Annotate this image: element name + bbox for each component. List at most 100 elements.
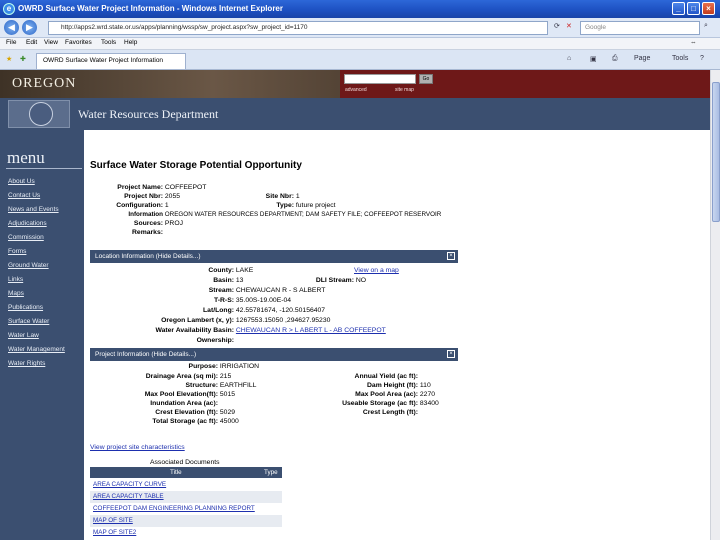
total-storage-label: Total Storage (ac ft): (152, 418, 218, 425)
tab-active[interactable]: OWRD Surface Water Project Information (36, 53, 186, 69)
basin-value: 13 (235, 277, 244, 284)
sources-label: Sources: (133, 220, 163, 227)
location-section-bar[interactable]: Location Information (Hide Details...) × (90, 250, 458, 263)
refresh-icon[interactable]: ⟳ (554, 22, 560, 30)
go-button[interactable]: Go (419, 74, 433, 84)
home-icon[interactable]: ⌂ (567, 55, 571, 62)
left-navigation: menu About Us Contact Us News and Events… (0, 130, 84, 540)
document-row[interactable]: MAP OF SITE (90, 515, 282, 527)
dam-height-label: Dam Height (ft): (367, 382, 418, 389)
help-icon[interactable]: ? (700, 55, 704, 62)
site-nbr-label: Site Nbr: (265, 193, 294, 200)
nav-contact-us[interactable]: Contact Us (8, 192, 40, 199)
site-map-link[interactable]: site map (395, 87, 414, 93)
nav-about-us[interactable]: About Us (8, 178, 35, 185)
nav-commission[interactable]: Commission (8, 234, 44, 241)
tools-menu-button[interactable]: Tools (672, 55, 688, 62)
max-pool-elevation-value: 5015 (219, 391, 236, 398)
menu-favorites[interactable]: Favorites (65, 39, 92, 46)
vertical-scrollbar[interactable] (710, 70, 720, 540)
drainage-value: 215 (219, 373, 232, 380)
max-pool-elevation-label: Max Pool Elevation(ft): (144, 391, 218, 398)
oregon-logo[interactable]: OREGON (12, 76, 76, 92)
project-name-label: Project Name: (117, 184, 163, 191)
tab-bar: ★ ✚ OWRD Surface Water Project Informati… (0, 50, 720, 70)
site-search-input[interactable] (344, 74, 416, 84)
add-favorite-icon[interactable]: ✚ (20, 55, 26, 63)
page-viewport: OREGON Go advanced site map Water Resour… (0, 70, 710, 540)
stop-icon[interactable]: ✕ (566, 22, 572, 30)
collapse-icon[interactable]: × (447, 350, 455, 358)
feeds-icon[interactable]: ▣ (590, 55, 597, 63)
latlong-label: Lat/Long: (203, 307, 234, 314)
search-icon[interactable]: ⌕ (704, 22, 708, 30)
search-input[interactable]: Google (580, 21, 700, 35)
nav-forms[interactable]: Forms (8, 248, 26, 255)
nav-water-rights[interactable]: Water Rights (8, 360, 45, 367)
col-type: Type (264, 469, 278, 476)
view-on-map-link[interactable]: View on a map (354, 267, 399, 274)
menu-file[interactable]: File (6, 39, 16, 46)
page-menu-button[interactable]: Page (634, 55, 650, 62)
menu-edit[interactable]: Edit (26, 39, 37, 46)
advanced-search-link[interactable]: advanced (345, 87, 367, 93)
project-section-title[interactable]: Project Information (Hide Details...) (95, 351, 196, 358)
menu-view[interactable]: View (44, 39, 58, 46)
basin-label: Basin: (213, 277, 234, 284)
nav-water-law[interactable]: Water Law (8, 332, 39, 339)
lambert-label: Oregon Lambert (x, y): (161, 317, 234, 324)
maximize-button[interactable]: □ (687, 2, 700, 15)
structure-label: Structure: (185, 382, 218, 389)
wab-link[interactable]: CHEWAUCAN R > L ABERT L - AB COFFEEPOT (236, 327, 386, 334)
nav-maps[interactable]: Maps (8, 290, 24, 297)
information-label: Information (128, 211, 163, 218)
department-banner: Water Resources Department (0, 98, 710, 130)
stream-label: Stream: (208, 287, 234, 294)
type-label: Type: (276, 202, 294, 209)
links-icon[interactable]: ⇔ (690, 39, 697, 46)
max-pool-area-label: Max Pool Area (ac): (355, 391, 418, 398)
scrollbar-thumb[interactable] (712, 82, 720, 222)
menu-help[interactable]: Help (124, 39, 137, 46)
address-toolbar: ◀ ▶ http://apps2.wrd.state.or.us/apps/pl… (0, 18, 720, 38)
location-section-title[interactable]: Location Information (Hide Details...) (95, 253, 201, 260)
crest-length-label: Crest Length (ft): (362, 409, 418, 416)
address-input[interactable]: http://apps2.wrd.state.or.us/apps/planni… (48, 21, 548, 35)
purpose-value: IRRIGATION (219, 363, 260, 370)
nav-publications[interactable]: Publications (8, 304, 43, 311)
print-icon[interactable]: ⎙ (612, 55, 618, 63)
total-storage-value: 45000 (219, 418, 239, 425)
nav-title: menu (7, 148, 45, 167)
drainage-label: Drainage Area (sq mi): (145, 373, 218, 380)
document-row[interactable]: COFFEEPOT DAM ENGINEERING PLANNING REPOR… (90, 503, 282, 515)
project-nbr-value: 2055 (164, 193, 181, 200)
wab-label: Water Availability Basin: (155, 327, 234, 334)
close-button[interactable]: × (702, 2, 715, 15)
nav-water-management[interactable]: Water Management (8, 346, 65, 353)
site-nbr-value: 1 (295, 193, 300, 200)
window-title-bar: e OWRD Surface Water Project Information… (0, 0, 720, 18)
nav-links[interactable]: Links (8, 276, 23, 283)
nav-adjudications[interactable]: Adjudications (8, 220, 47, 227)
project-section-bar[interactable]: Project Information (Hide Details...) × (90, 348, 458, 361)
collapse-icon[interactable]: × (447, 252, 455, 260)
minimize-button[interactable]: _ (672, 2, 685, 15)
document-row[interactable]: AREA CAPACITY TABLE (90, 491, 282, 503)
usable-storage-label: Useable Storage (ac ft): (342, 400, 418, 407)
nav-news-events[interactable]: News and Events (8, 206, 59, 213)
ownership-label: Ownership: (196, 337, 234, 344)
favorites-star-icon[interactable]: ★ (6, 55, 12, 63)
annual-yield-label: Annual Yield (ac ft): (354, 373, 418, 380)
menu-tools[interactable]: Tools (101, 39, 116, 46)
forward-button[interactable]: ▶ (22, 20, 37, 35)
view-characteristics-link[interactable]: View project site characteristics (90, 444, 185, 451)
back-button[interactable]: ◀ (4, 20, 19, 35)
nav-ground-water[interactable]: Ground Water (8, 262, 49, 269)
col-title: Title (170, 469, 182, 476)
state-seal-image (8, 100, 70, 128)
nav-surface-water[interactable]: Surface Water (8, 318, 49, 325)
document-row[interactable]: AREA CAPACITY CURVE (90, 479, 282, 491)
department-name: Water Resources Department (78, 107, 219, 121)
document-row[interactable]: MAP OF SITE2 (90, 527, 282, 539)
usable-storage-value: 83400 (419, 400, 439, 407)
